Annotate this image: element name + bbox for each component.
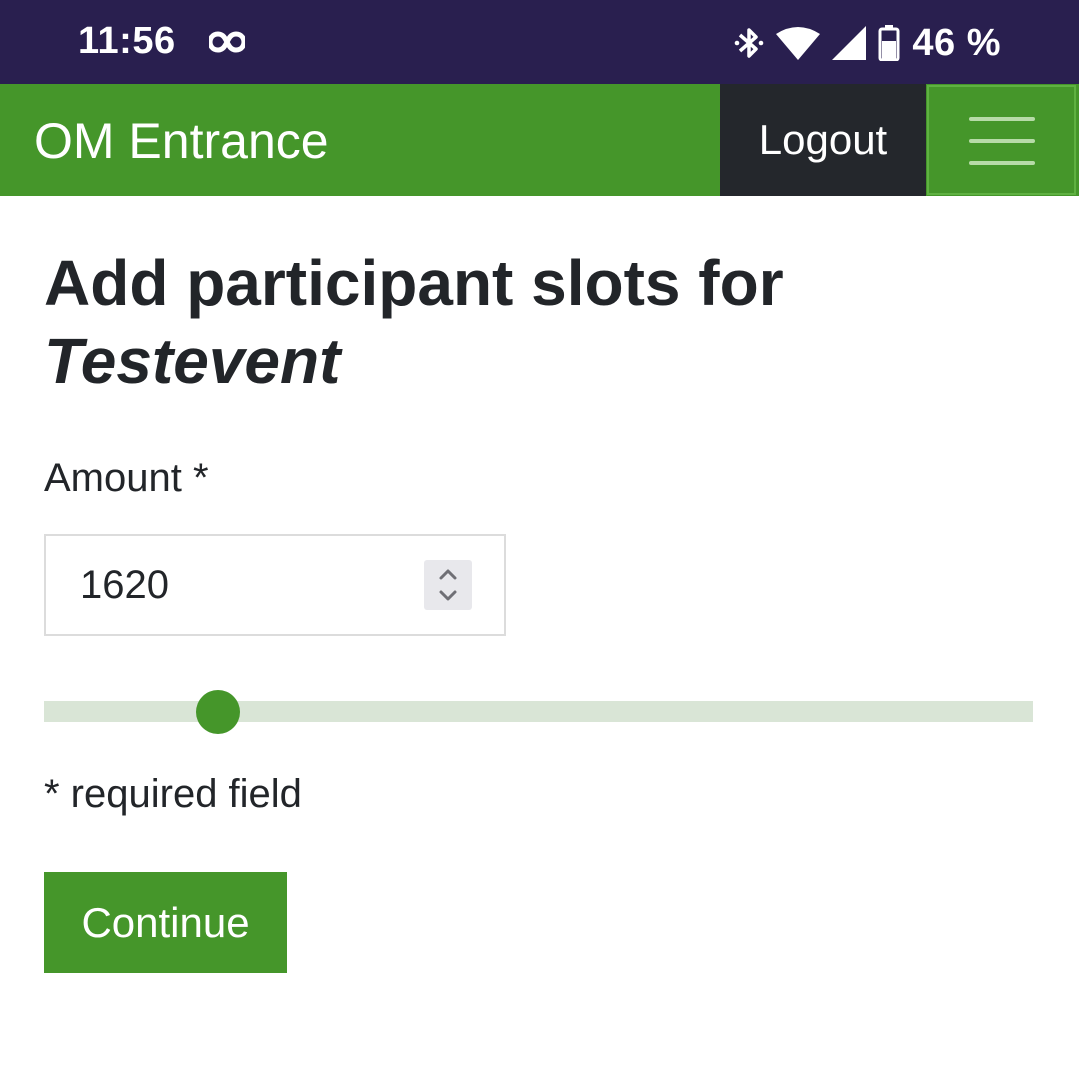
wifi-icon [776,26,821,60]
stepper-arrows-icon [439,569,457,601]
battery-icon [878,25,900,61]
bluetooth-icon [734,25,764,61]
amount-label: Amount * [44,456,209,500]
status-time: 11:56 [78,20,176,62]
status-indicators: 46 % [734,20,1001,66]
infinity-icon [207,31,247,53]
amount-slider-track[interactable] [44,701,1033,722]
brand-link[interactable]: OM Entrance [34,112,329,170]
amount-input[interactable] [80,536,420,634]
hamburger-menu-icon [969,117,1035,121]
amount-slider-thumb[interactable] [196,690,241,734]
required-field-note: * required field [44,772,302,816]
navbar: OM Entrance Logout [0,84,1079,196]
hamburger-menu-icon-bar [969,139,1035,143]
continue-button[interactable]: Continue [44,872,287,973]
status-bar: 11:56 46 % [0,0,1079,84]
amount-field [44,534,506,636]
menu-toggle-button[interactable] [927,85,1076,195]
logout-button[interactable]: Logout [720,84,926,196]
event-name: Testevent [44,325,341,397]
battery-percentage: 46 % [912,21,1001,64]
page-title-prefix: Add participant slots for [44,247,784,319]
cellular-signal-icon [832,26,867,60]
page-title: Add participant slots for Testevent [44,244,1034,400]
hamburger-menu-icon-bar [969,161,1035,165]
amount-stepper[interactable] [424,560,472,610]
